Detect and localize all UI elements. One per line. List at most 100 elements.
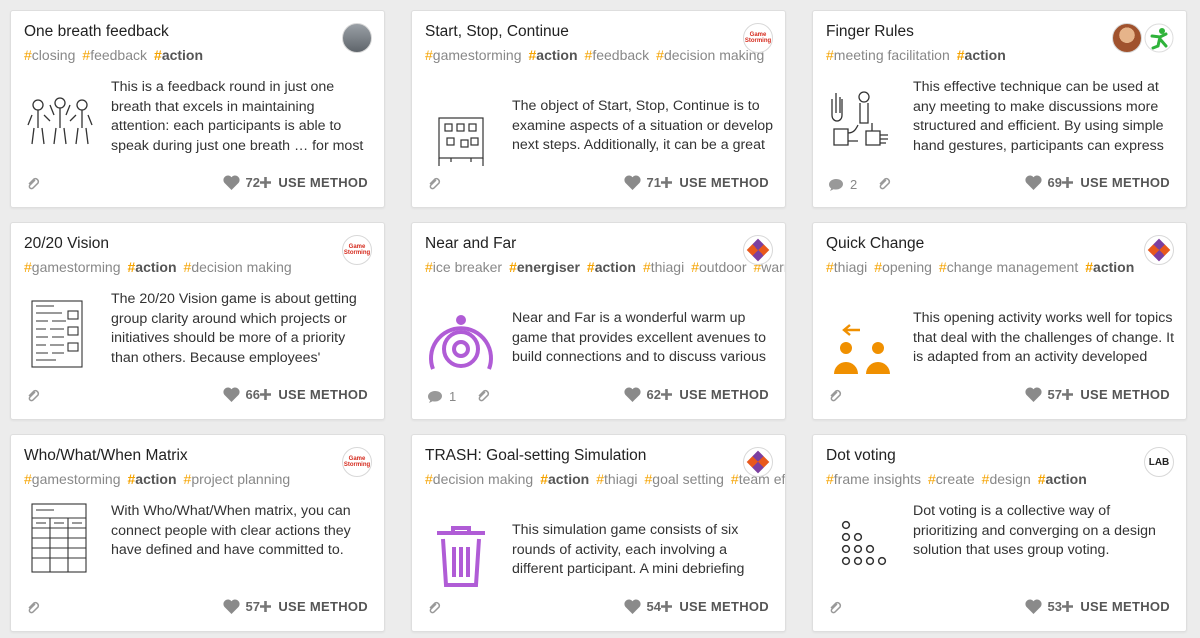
card-title[interactable]: Dot voting — [826, 447, 1126, 465]
method-card-quick-change[interactable]: Quick Change thiagi opening change managem… — [812, 222, 1187, 420]
tag[interactable]: action — [587, 259, 636, 275]
tag[interactable]: gamestorming — [425, 47, 522, 63]
tag[interactable]: opening — [874, 259, 932, 275]
attachment-icon[interactable] — [427, 601, 441, 615]
card-description: This is a feedback round in just one bre… — [111, 79, 364, 154]
use-method-button[interactable]: USE METHOD — [1061, 387, 1170, 402]
tag[interactable]: decision making — [184, 259, 292, 275]
plus-icon — [661, 389, 673, 400]
attachment-icon[interactable] — [26, 177, 40, 191]
use-method-label: USE METHOD — [1080, 387, 1170, 402]
tag[interactable]: thiagi — [826, 259, 867, 275]
like-button[interactable]: 53 — [1024, 599, 1062, 614]
like-button[interactable]: 54 — [623, 599, 661, 614]
card-title[interactable]: Finger Rules — [826, 23, 1126, 41]
tag[interactable]: feedback — [585, 47, 650, 63]
like-button[interactable]: 57 — [222, 599, 260, 614]
lab-logo[interactable]: LAB — [1144, 447, 1174, 477]
tag[interactable]: action — [1085, 259, 1134, 275]
card-title[interactable]: 20/20 Vision — [24, 235, 324, 253]
card-title[interactable]: Who/What/When Matrix — [24, 447, 324, 465]
tag[interactable]: design — [982, 471, 1031, 487]
use-method-button[interactable]: USE METHOD — [259, 599, 368, 614]
like-button[interactable]: 72 — [222, 175, 260, 190]
tag[interactable]: change management — [939, 259, 1078, 275]
attachment-icon[interactable] — [877, 177, 891, 191]
tag[interactable]: create — [928, 471, 975, 487]
tag[interactable]: closing — [24, 47, 75, 63]
tag[interactable]: action — [154, 47, 203, 63]
use-method-button[interactable]: USE METHOD — [660, 599, 769, 614]
tag[interactable]: project planning — [184, 471, 291, 487]
use-method-button[interactable]: USE METHOD — [1061, 175, 1170, 190]
tag[interactable]: action — [1038, 471, 1087, 487]
tag[interactable]: action — [540, 471, 589, 487]
tag[interactable]: thiagi — [643, 259, 684, 275]
tag[interactable]: gamestorming — [24, 259, 121, 275]
card-footer: 1 62 USE METHOD — [412, 377, 785, 419]
tag[interactable]: meeting facilitation — [826, 47, 950, 63]
like-button[interactable]: 69 — [1024, 175, 1062, 190]
author-avatar[interactable] — [342, 23, 372, 53]
method-card-who-what-when-matrix[interactable]: Who/What/When Matrix gamestorming actionp… — [10, 434, 385, 632]
tag[interactable]: gamestorming — [24, 471, 121, 487]
use-method-label: USE METHOD — [1080, 175, 1170, 190]
organization-logo[interactable] — [743, 447, 773, 477]
tag[interactable]: action — [957, 47, 1006, 63]
tag[interactable]: outdoor — [691, 259, 746, 275]
method-card-start-stop-continue[interactable]: Start, Stop, Continue gamestorming action… — [411, 10, 786, 208]
tag[interactable]: thiagi — [596, 471, 637, 487]
use-method-button[interactable]: USE METHOD — [660, 175, 769, 190]
card-title[interactable]: One breath feedback — [24, 23, 324, 41]
method-card-dot-voting[interactable]: Dot voting frame insights create design act… — [812, 434, 1187, 632]
tag[interactable]: goal setting — [644, 471, 723, 487]
comments-button[interactable]: 1 — [427, 389, 456, 404]
card-title[interactable]: TRASH: Goal-setting Simulation — [425, 447, 725, 465]
organization-logo[interactable] — [1144, 235, 1174, 265]
card-title[interactable]: Quick Change — [826, 235, 1126, 253]
tag-list: ice breakerenergiseractionthiagioutdoorw… — [425, 258, 785, 277]
attachment-icon[interactable] — [427, 177, 441, 191]
method-card-trash-goal-setting[interactable]: TRASH: Goal-setting Simulation decision … — [411, 434, 786, 632]
gamestorming-logo[interactable]: Game Storming — [342, 447, 372, 477]
use-method-button[interactable]: USE METHOD — [660, 387, 769, 402]
like-button[interactable]: 62 — [623, 387, 661, 402]
use-method-label: USE METHOD — [679, 175, 769, 190]
card-title[interactable]: Start, Stop, Continue — [425, 23, 725, 41]
use-method-button[interactable]: USE METHOD — [259, 387, 368, 402]
like-button[interactable]: 71 — [623, 175, 661, 190]
organization-logo[interactable] — [743, 235, 773, 265]
like-button[interactable]: 57 — [1024, 387, 1062, 402]
tag[interactable]: decision making — [425, 471, 533, 487]
gamestorming-logo[interactable]: Game Storming — [342, 235, 372, 265]
method-card-near-and-far[interactable]: Near and Far ice breaker energiser actiont… — [411, 222, 786, 420]
tag[interactable]: action — [128, 259, 177, 275]
method-card-one-breath-feedback[interactable]: One breath feedback closing feedback actio… — [10, 10, 385, 208]
attachment-icon[interactable] — [26, 389, 40, 403]
tag[interactable]: feedback — [82, 47, 147, 63]
heart-icon — [222, 599, 240, 614]
author-avatar[interactable] — [1112, 23, 1142, 53]
use-method-label: USE METHOD — [278, 175, 368, 190]
attachment-icon[interactable] — [828, 601, 842, 615]
use-method-label: USE METHOD — [679, 599, 769, 614]
method-card-finger-rules[interactable]: Finger Rules meeting facilitationaction … — [812, 10, 1187, 208]
gamestorming-logo[interactable]: Game Storming — [743, 23, 773, 53]
plus-icon — [260, 601, 272, 612]
method-card-20-20-vision[interactable]: 20/20 Vision gamestorming action decision … — [10, 222, 385, 420]
organization-logo[interactable] — [1144, 23, 1174, 53]
tag[interactable]: energiser — [509, 259, 580, 275]
use-method-button[interactable]: USE METHOD — [259, 175, 368, 190]
tag[interactable]: frame insights — [826, 471, 921, 487]
tag[interactable]: action — [529, 47, 578, 63]
card-title[interactable]: Near and Far — [425, 235, 725, 253]
attachment-icon[interactable] — [476, 389, 490, 403]
attachment-icon[interactable] — [26, 601, 40, 615]
tag[interactable]: action — [128, 471, 177, 487]
use-method-label: USE METHOD — [278, 387, 368, 402]
like-button[interactable]: 66 — [222, 387, 260, 402]
use-method-button[interactable]: USE METHOD — [1061, 599, 1170, 614]
attachment-icon[interactable] — [828, 389, 842, 403]
comments-button[interactable]: 2 — [828, 177, 857, 192]
tag[interactable]: ice breaker — [425, 259, 502, 275]
